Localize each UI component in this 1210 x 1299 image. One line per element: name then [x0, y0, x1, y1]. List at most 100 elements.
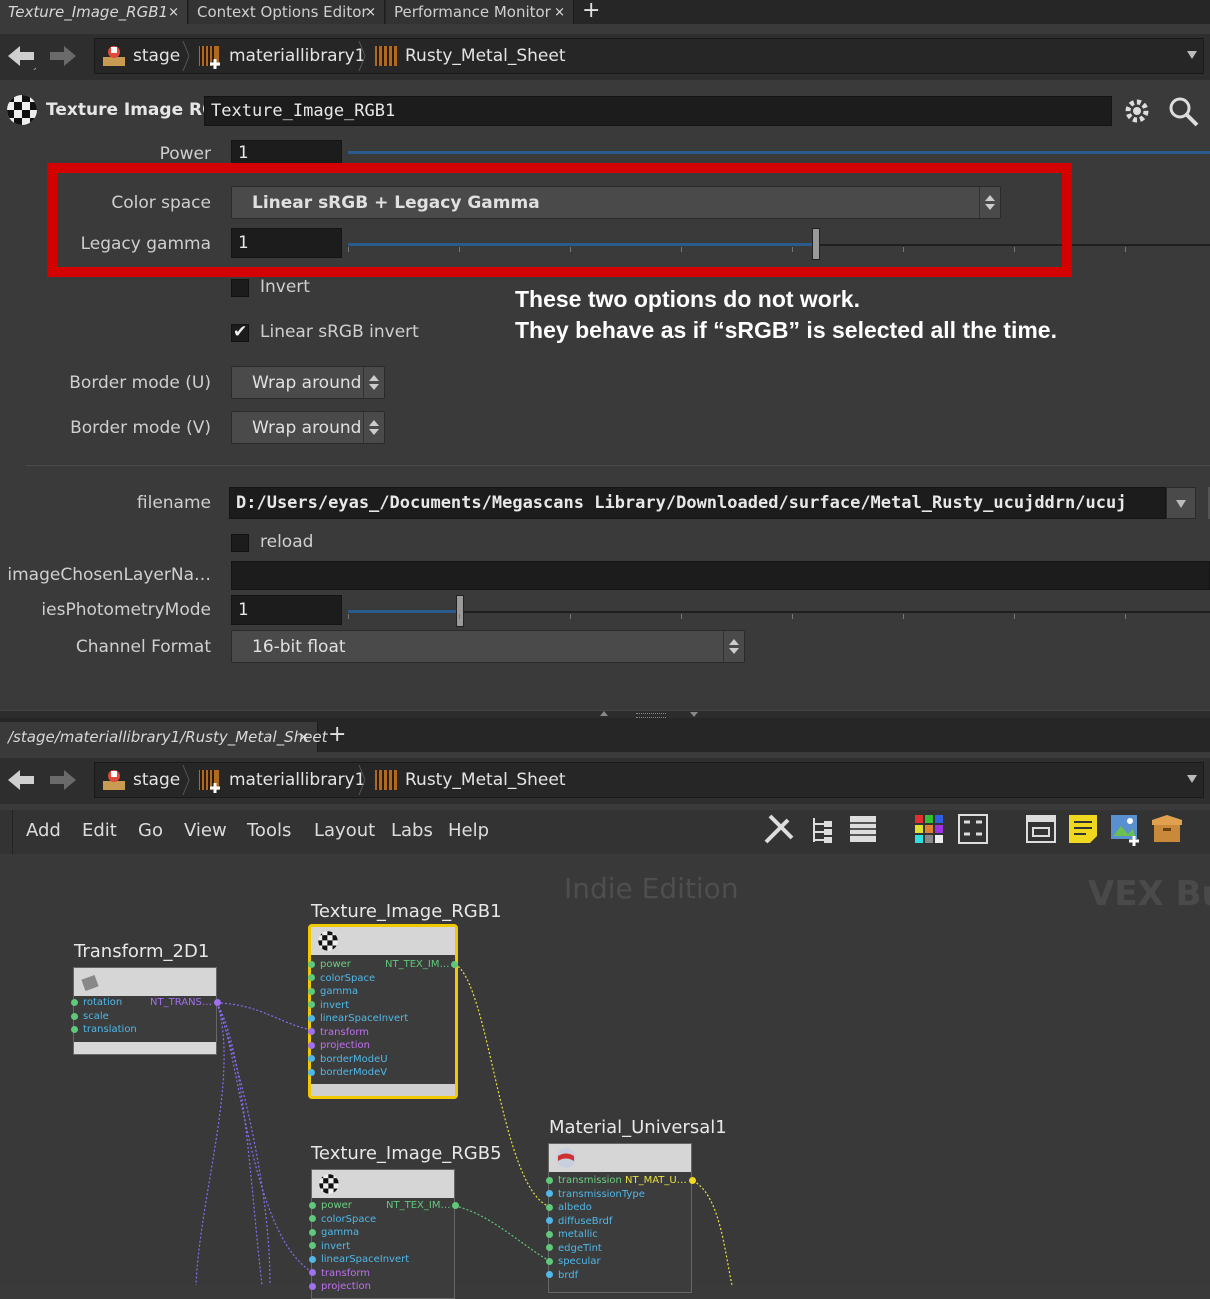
tab-performance-monitor[interactable]: Performance Monitor ×	[386, 0, 574, 24]
network-box-icon[interactable]	[1024, 812, 1058, 846]
menu-labs[interactable]: Labs	[391, 820, 433, 841]
port-gamma[interactable]: gamma	[308, 986, 358, 997]
reload-checkbox[interactable]	[231, 534, 249, 552]
tab-context-options-editor[interactable]: Context Options Editor ×	[189, 0, 385, 24]
port-transmissiontype[interactable]: transmissionType	[546, 1189, 645, 1200]
filename-dropdown-button[interactable]	[1166, 487, 1196, 519]
breadcrumb-stage[interactable]: stage	[101, 39, 180, 73]
port-albedo[interactable]: albedo	[546, 1202, 592, 1213]
close-icon[interactable]: ×	[554, 5, 565, 20]
output-port[interactable]	[214, 999, 221, 1006]
menu-view[interactable]: View	[184, 820, 227, 841]
port-brdf[interactable]: brdf	[546, 1270, 578, 1281]
port-bordermodev[interactable]: borderModeV	[308, 1067, 387, 1078]
port-dot	[308, 1041, 315, 1049]
port-projection[interactable]: projection	[308, 1040, 370, 1051]
channel-format-label: Channel Format	[75, 637, 211, 657]
forward-arrow-icon[interactable]	[48, 768, 78, 794]
channel-format-menu[interactable]: 16-bit float	[231, 630, 745, 663]
shape-palette-icon[interactable]	[956, 812, 990, 846]
back-arrow-icon[interactable]	[6, 44, 36, 70]
sticky-note-icon[interactable]	[1066, 812, 1100, 846]
port-rotation[interactable]: rotation	[71, 997, 122, 1008]
tab-network-path[interactable]: /stage/materiallibrary1/Rusty_Metal_Shee…	[0, 722, 328, 752]
port-linearspaceinvert[interactable]: linearSpaceInvert	[308, 1013, 408, 1024]
breadcrumb-materiallibrary1[interactable]: materiallibrary1	[197, 763, 365, 797]
port-projection[interactable]: projection	[309, 1281, 371, 1292]
collapse-down-icon[interactable]	[690, 712, 698, 717]
port-invert[interactable]: invert	[309, 1241, 350, 1252]
forward-arrow-icon[interactable]	[48, 44, 78, 70]
port-linearspaceinvert[interactable]: linearSpaceInvert	[309, 1254, 409, 1265]
add-tab-icon[interactable]: +	[582, 0, 600, 22]
port-colorspace[interactable]: colorSpace	[309, 1214, 376, 1225]
tree-view-icon[interactable]	[806, 812, 840, 846]
menu-edit[interactable]: Edit	[82, 820, 117, 841]
breadcrumb-stage[interactable]: stage	[101, 763, 180, 797]
port-dot	[309, 1215, 316, 1222]
node-material-universal1[interactable]: transmission transmissionType albedo diffus…	[546, 1143, 696, 1293]
image-layer-field[interactable]	[231, 561, 1210, 590]
ies-field[interactable]: 1	[231, 595, 342, 625]
slider-handle[interactable]	[456, 595, 464, 627]
border-mode-u-menu[interactable]: Wrap around	[231, 366, 385, 399]
chevron-down-icon[interactable]	[1187, 775, 1197, 783]
add-tab-icon[interactable]: +	[328, 724, 346, 746]
menu-layout[interactable]: Layout	[314, 820, 375, 841]
close-icon[interactable]: ×	[168, 5, 179, 20]
output-port[interactable]	[689, 1177, 696, 1184]
port-bordermodeu[interactable]: borderModeU	[308, 1054, 388, 1065]
output-port[interactable]	[451, 961, 458, 968]
port-transform[interactable]: transform	[308, 1027, 369, 1038]
breadcrumb-materiallibrary1[interactable]: materiallibrary1	[197, 39, 365, 73]
filename-field[interactable]: D:/Users/eyas_/Documents/Megascans Libra…	[229, 487, 1166, 519]
port-dot	[309, 1255, 316, 1263]
power-slider[interactable]	[348, 151, 1210, 154]
chevron-right-icon	[358, 764, 366, 796]
node-texture-image-rgb5[interactable]: power colorSpace gamma invert linearSpaceInv…	[309, 1169, 459, 1299]
port-diffusebrdf[interactable]: diffuseBrdf	[546, 1216, 612, 1227]
gear-icon[interactable]	[1120, 94, 1154, 128]
menu-go[interactable]: Go	[138, 820, 163, 841]
port-transform[interactable]: transform	[309, 1268, 370, 1279]
collapse-up-icon[interactable]	[600, 711, 608, 716]
port-scale[interactable]: scale	[71, 1011, 109, 1022]
search-icon[interactable]	[1166, 94, 1200, 128]
port-invert[interactable]: invert	[308, 1000, 349, 1011]
border-mode-v-menu[interactable]: Wrap around	[231, 411, 385, 444]
port-transmission[interactable]: transmission	[546, 1175, 622, 1186]
menu-help[interactable]: Help	[448, 820, 489, 841]
port-power[interactable]: power	[309, 1200, 352, 1211]
tools-icon[interactable]	[762, 812, 796, 846]
port-metallic[interactable]: metallic	[546, 1229, 598, 1240]
port-power[interactable]: power	[308, 959, 351, 970]
close-icon[interactable]: ×	[298, 730, 309, 745]
linear-srgb-invert-checkbox[interactable]: ✔	[231, 322, 249, 342]
node-title-tex5: Texture_Image_RGB5	[311, 1143, 502, 1164]
close-icon[interactable]: ×	[365, 5, 376, 20]
image-add-icon[interactable]	[1108, 812, 1142, 846]
port-edgetint[interactable]: edgeTint	[546, 1243, 602, 1254]
list-view-icon[interactable]	[846, 812, 880, 846]
node-transform-2d1[interactable]: rotation scale translation NT_TRANS…	[71, 967, 221, 1055]
node-texture-image-rgb1[interactable]: power colorSpace gamma invert linearSpaceInv…	[308, 924, 458, 1099]
port-gamma[interactable]: gamma	[309, 1227, 359, 1238]
breadcrumb-rusty-metal-sheet[interactable]: Rusty_Metal_Sheet	[373, 39, 566, 73]
port-specular[interactable]: specular	[546, 1256, 601, 1267]
invert-checkbox[interactable]	[231, 279, 249, 297]
breadcrumb-rusty-metal-sheet[interactable]: Rusty_Metal_Sheet	[373, 763, 566, 797]
toolbar-handle[interactable]	[4, 810, 13, 854]
node-name-input[interactable]: Texture_Image_RGB1	[204, 96, 1112, 126]
ies-slider[interactable]	[348, 610, 458, 613]
chevron-down-icon[interactable]	[1187, 51, 1197, 59]
port-translation[interactable]: translation	[71, 1024, 137, 1035]
menu-tools[interactable]: Tools	[247, 820, 291, 841]
output-port[interactable]	[452, 1202, 459, 1209]
menu-add[interactable]: Add	[26, 820, 61, 841]
texture-node-icon[interactable]	[6, 94, 40, 128]
back-arrow-icon[interactable]	[6, 768, 36, 794]
color-palette-icon[interactable]	[912, 812, 946, 846]
port-colorspace[interactable]: colorSpace	[308, 973, 375, 984]
tab-texture-image-rgb1[interactable]: Texture_Image_RGB1 ×	[0, 0, 188, 24]
subnet-box-icon[interactable]	[1150, 812, 1184, 846]
